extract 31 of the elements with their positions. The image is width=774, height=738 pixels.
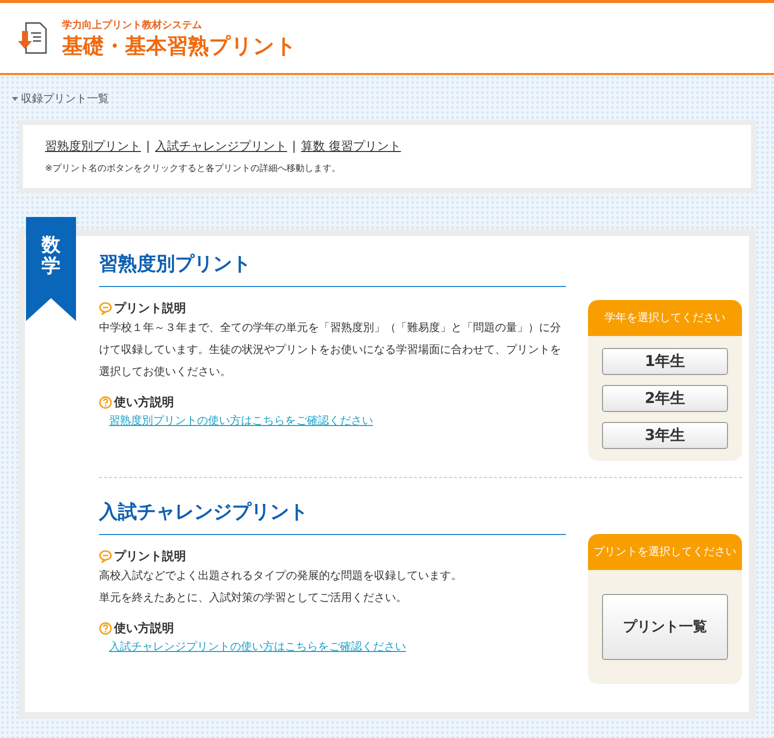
- speech-bubble-icon: [99, 302, 112, 314]
- caret-icon: [12, 97, 18, 102]
- nav-note: ※プリント名のボタンをクリックすると各プリントの詳細へ移動します。: [45, 162, 342, 176]
- separator: |: [146, 138, 150, 154]
- question-icon: [99, 622, 112, 634]
- separator: |: [292, 138, 296, 154]
- breadcrumb: 収録プリント一覧: [21, 91, 109, 107]
- usage-label: 使い方説明: [114, 620, 174, 637]
- document-icon: [18, 21, 48, 55]
- description-text: 単元を終えたあとに、入試対策の学習としてご活用ください。: [99, 590, 408, 606]
- question-icon: [99, 396, 112, 408]
- description-label: プリント説明: [114, 300, 186, 317]
- print-list-button[interactable]: プリント一覧: [602, 594, 728, 660]
- section-title: 習熟度別プリント: [99, 250, 566, 287]
- description-label: プリント説明: [114, 548, 186, 565]
- grade-button[interactable]: 2年生: [602, 385, 728, 412]
- site-subtitle: 学力向上プリント教材システム: [62, 18, 203, 32]
- usage-label: 使い方説明: [114, 394, 174, 411]
- description-text: 高校入試などでよく出題されるタイプの発展的な問題を収録しています。: [99, 568, 463, 584]
- section-title: 入試チャレンジプリント: [99, 498, 566, 535]
- nav-link[interactable]: 習熟度別プリント: [45, 136, 141, 154]
- nav-link[interactable]: 入試チャレンジプリント: [155, 136, 288, 154]
- ribbon: 数学: [26, 217, 76, 321]
- description-text: 中学校１年～３年まで、全ての学年の単元を「習熟度別」（「難易度」と「問題の量」）に分けて収録しています。生徒の状況やプリントをお使いになる学習場面に合わせて、プリントを選択してお使いください。: [99, 320, 562, 380]
- grade-button[interactable]: 3年生: [602, 422, 728, 449]
- panel-header: プリントを選択してください: [588, 534, 742, 570]
- panel-header: 学年を選択してください: [588, 300, 742, 336]
- site-title: 基礎・基本習熟プリント: [62, 32, 297, 58]
- nav-link[interactable]: 算数 復習プリント: [301, 136, 401, 154]
- grade-button[interactable]: 1年生: [602, 348, 728, 375]
- speech-bubble-icon: [99, 550, 112, 562]
